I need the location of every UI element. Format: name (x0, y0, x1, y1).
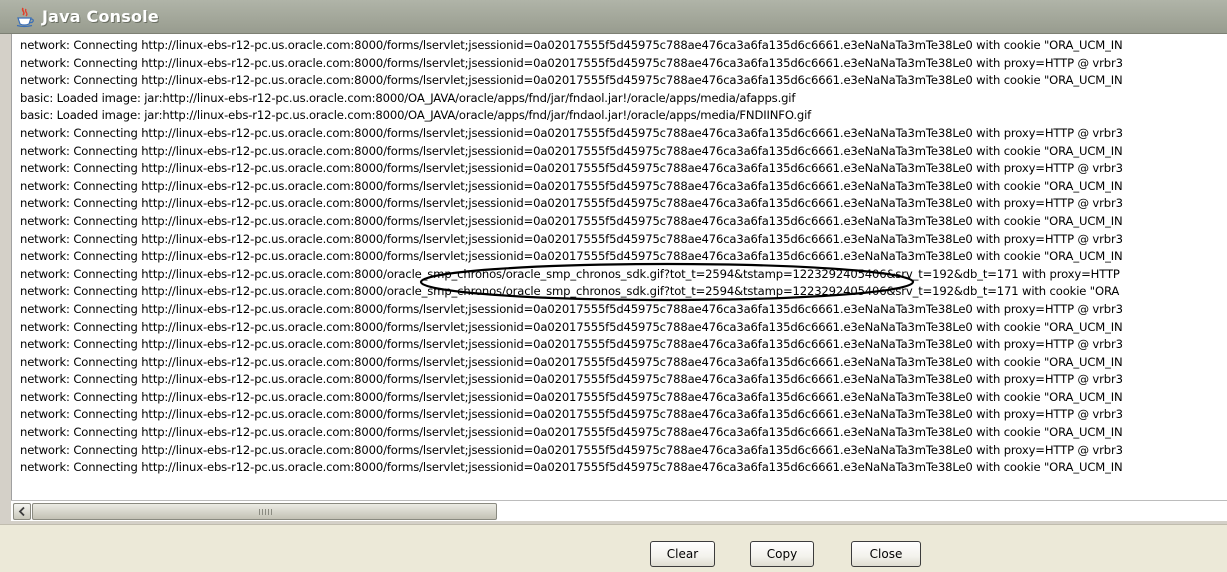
log-line: network: Connecting http://linux-ebs-r12… (20, 460, 1123, 475)
close-button[interactable]: Close (851, 541, 921, 567)
log-line: network: Connecting http://linux-ebs-r12… (20, 354, 1123, 369)
title-bar[interactable]: Java Console (0, 0, 1227, 34)
log-line: network: Connecting http://linux-ebs-r12… (20, 266, 1120, 281)
log-line: network: Connecting http://linux-ebs-r12… (20, 55, 1123, 70)
java-coffee-cup-icon (16, 7, 34, 28)
log-line: network: Connecting http://linux-ebs-r12… (20, 407, 1123, 422)
window-title: Java Console (42, 7, 159, 26)
log-line: network: Connecting http://linux-ebs-r12… (20, 161, 1123, 176)
console-output[interactable]: network: Connecting http://linux-ebs-r12… (11, 34, 1227, 500)
log-line: basic: Loaded image: jar:http://linux-eb… (20, 90, 796, 105)
log-line: network: Connecting http://linux-ebs-r12… (20, 442, 1123, 457)
clear-button[interactable]: Clear (650, 541, 715, 567)
log-line: network: Connecting http://linux-ebs-r12… (20, 231, 1123, 246)
log-line: network: Connecting http://linux-ebs-r12… (20, 372, 1123, 387)
log-line: network: Connecting http://linux-ebs-r12… (20, 125, 1123, 140)
button-bar: Clear Copy Close (0, 524, 1227, 572)
scroll-left-button[interactable] (13, 503, 31, 520)
log-line: network: Connecting http://linux-ebs-r12… (20, 38, 1123, 52)
chevron-left-icon (18, 506, 25, 517)
copy-button[interactable]: Copy (750, 541, 814, 567)
log-line: network: Connecting http://linux-ebs-r12… (20, 213, 1123, 228)
log-line: basic: Loaded image: jar:http://linux-eb… (20, 108, 812, 123)
log-line: network: Connecting http://linux-ebs-r12… (20, 319, 1123, 334)
horizontal-scrollbar[interactable] (11, 500, 1227, 521)
log-line: network: Connecting http://linux-ebs-r12… (20, 143, 1123, 158)
log-line: network: Connecting http://linux-ebs-r12… (20, 425, 1123, 440)
grip-icon (259, 509, 273, 515)
log-line: network: Connecting http://linux-ebs-r12… (20, 301, 1123, 316)
log-line: network: Connecting http://linux-ebs-r12… (20, 337, 1123, 352)
log-line: network: Connecting http://linux-ebs-r12… (20, 178, 1123, 193)
log-line: network: Connecting http://linux-ebs-r12… (20, 249, 1123, 264)
log-line: network: Connecting http://linux-ebs-r12… (20, 284, 1120, 299)
log-lines: network: Connecting http://linux-ebs-r12… (20, 37, 1123, 477)
log-line: network: Connecting http://linux-ebs-r12… (20, 196, 1123, 211)
log-line: network: Connecting http://linux-ebs-r12… (20, 73, 1123, 88)
scroll-thumb[interactable] (32, 503, 497, 520)
log-line: network: Connecting http://linux-ebs-r12… (20, 389, 1123, 404)
